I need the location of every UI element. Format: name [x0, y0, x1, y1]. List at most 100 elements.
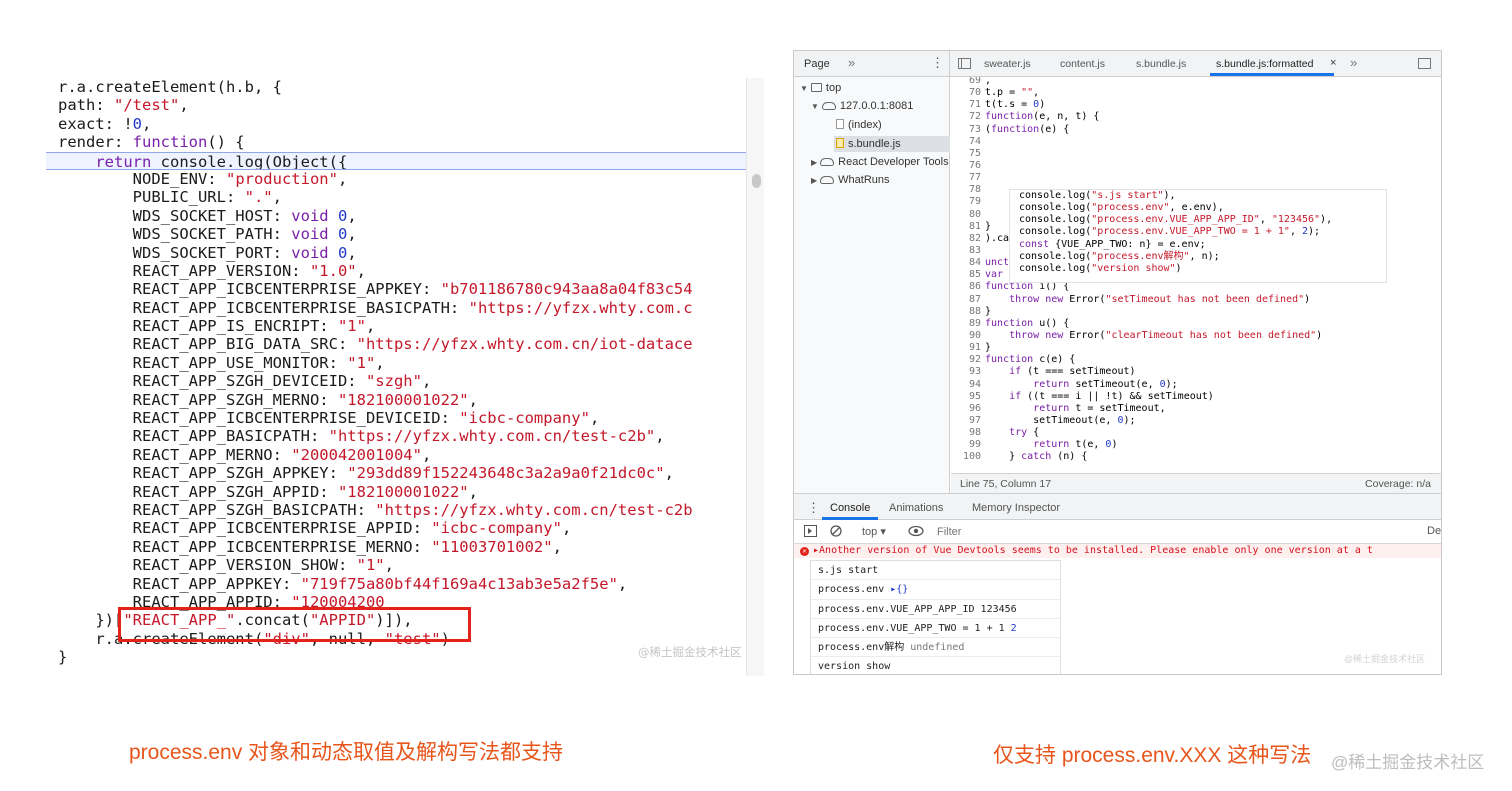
code-token: "1" — [337, 317, 366, 336]
toggle-debugger-icon[interactable] — [1418, 58, 1431, 69]
code-line: REACT_APP_ICBCENTERPRISE_APPID: "icbc-co… — [46, 519, 746, 537]
tab-s-bundle-formatted[interactable]: s.bundle.js:formatted — [1216, 58, 1313, 70]
line-number[interactable]: 69 — [951, 77, 985, 87]
line-number[interactable]: 96 — [951, 403, 985, 415]
tab-memory-inspector[interactable]: Memory Inspector — [972, 502, 1060, 514]
more-tabs-icon[interactable]: » — [848, 55, 855, 70]
close-tab-icon[interactable]: × — [1330, 57, 1336, 69]
line-number[interactable]: 81 — [951, 221, 985, 233]
eye-icon[interactable] — [908, 525, 924, 540]
nav-item-react-devtools[interactable]: ▶ React Developer Tools — [811, 156, 949, 168]
expand-triangle-icon[interactable]: ▼ — [800, 84, 808, 93]
line-number[interactable]: 93 — [951, 366, 985, 378]
code-line: REACT_APP_BIG_DATA_SRC: "https://yfzx.wh… — [46, 335, 746, 353]
code-token: setTimeout(e, — [985, 414, 1118, 426]
line-number[interactable]: 76 — [951, 160, 985, 172]
nav-item-top[interactable]: ▼ top — [800, 82, 841, 94]
line-number[interactable]: 99 — [951, 439, 985, 451]
code-token: function — [985, 281, 1034, 293]
nav-item-whatruns[interactable]: ▶ WhatRuns — [811, 174, 890, 186]
code-line: REACT_APP_ICBCENTERPRISE_DEVICEID: "icbc… — [46, 409, 746, 427]
line-number[interactable]: 83 — [951, 245, 985, 257]
nav-item-s-bundle[interactable]: s.bundle.js — [834, 136, 950, 152]
line-number[interactable]: 90 — [951, 330, 985, 342]
code-line: path: "/test", — [46, 96, 746, 114]
line-number[interactable]: 86 — [951, 281, 985, 293]
tab-s-bundle-js[interactable]: s.bundle.js — [1136, 58, 1186, 70]
tab-divider — [949, 51, 950, 77]
line-number[interactable]: 79 — [951, 196, 985, 208]
line-number[interactable]: 74 — [951, 136, 985, 148]
line-number[interactable]: 85 — [951, 269, 985, 281]
code-line: REACT_APP_BASICPATH: "https://yfzx.whty.… — [46, 427, 746, 445]
dropdown-arrow-icon: ▾ — [880, 526, 886, 538]
code-token: c(e) { — [1033, 354, 1076, 366]
line-number[interactable]: 87 — [951, 294, 985, 306]
line-number[interactable]: 73 — [951, 124, 985, 136]
left-scrollbar-thumb[interactable] — [752, 174, 761, 188]
line-number[interactable]: 92 — [951, 354, 985, 366]
line-number[interactable]: 97 — [951, 415, 985, 427]
line-number[interactable]: 82 — [951, 233, 985, 245]
more-files-icon[interactable]: » — [1350, 55, 1357, 70]
line-number[interactable]: 71 — [951, 99, 985, 111]
line-number[interactable]: 94 — [951, 379, 985, 391]
clear-console-icon[interactable] — [830, 525, 842, 540]
drawer-tab-bar: ⋮ Console Animations Memory Inspector — [794, 493, 1441, 520]
tab-sweater-js[interactable]: sweater.js — [984, 58, 1031, 70]
show-sidebar-icon[interactable] — [804, 525, 817, 540]
tab-console[interactable]: Console — [830, 502, 870, 514]
source-editor[interactable]: 69, 70 t.p = "", 71 t(t.s = 0) 72 function(e, … — [951, 77, 1441, 473]
collapse-triangle-icon[interactable]: ▶ — [811, 176, 817, 185]
line-number[interactable]: 80 — [951, 209, 985, 221]
code-token: ) — [1039, 99, 1046, 111]
code-token: function — [132, 133, 208, 152]
left-scrollbar[interactable] — [746, 78, 764, 676]
line-number[interactable]: 88 — [951, 306, 985, 318]
line-number[interactable]: 77 — [951, 172, 985, 184]
nav-item-index[interactable]: (index) — [836, 119, 882, 131]
line-number[interactable]: 75 — [951, 148, 985, 160]
line-number[interactable]: 91 — [951, 342, 985, 354]
line-number[interactable]: 78 — [951, 184, 985, 196]
line-number[interactable]: 72 — [951, 111, 985, 123]
console-filter-input[interactable] — [937, 524, 1237, 540]
tab-page[interactable]: Page — [804, 58, 830, 70]
line-number[interactable]: 98 — [951, 427, 985, 439]
code-token: console.log(Object({ — [151, 152, 348, 170]
code-token: "1" — [347, 353, 376, 372]
editor-line: 98 try { — [951, 427, 1322, 439]
expand-triangle-icon[interactable]: ▼ — [811, 102, 819, 111]
code-token: "setTimeout has not been defined" — [1105, 293, 1305, 305]
code-token: t = setTimeout, — [1069, 402, 1166, 414]
line-number[interactable]: 89 — [951, 318, 985, 330]
drawer-kebab-icon[interactable]: ⋮ — [807, 500, 820, 516]
code-token: console.log( — [1019, 226, 1092, 238]
line-number[interactable]: 84 — [951, 257, 985, 269]
nav-item-host[interactable]: ▼ 127.0.0.1:8081 — [811, 100, 913, 112]
line-number[interactable]: 95 — [951, 391, 985, 403]
default-levels-select[interactable]: Def — [1427, 525, 1441, 537]
code-token: } — [985, 342, 992, 354]
line-number[interactable]: 100 — [951, 451, 985, 463]
cloud-icon — [820, 176, 835, 184]
collapse-triangle-icon[interactable]: ▶ — [811, 158, 817, 167]
toggle-navigator-icon[interactable] — [958, 58, 971, 69]
context-select[interactable]: top ▾ — [862, 525, 886, 538]
left-watermark: @稀土掘金技术社区 — [638, 645, 742, 659]
console-log-line: s.js start — [811, 561, 1060, 581]
console-log-value[interactable]: ▸{} — [890, 584, 908, 595]
code-token: , e.env), — [1169, 202, 1224, 214]
coverage-status[interactable]: Coverage: n/a — [1365, 478, 1431, 490]
line-number[interactable]: 70 — [951, 87, 985, 99]
tab-content-js[interactable]: content.js — [1060, 58, 1105, 70]
editor-line: 75 — [951, 148, 1322, 160]
right-watermark: @稀土掘金技术社区 — [1344, 654, 1426, 664]
kebab-menu-icon[interactable]: ⋮ — [931, 55, 944, 71]
tab-animations[interactable]: Animations — [889, 502, 943, 514]
code-token: "szgh" — [365, 372, 422, 391]
